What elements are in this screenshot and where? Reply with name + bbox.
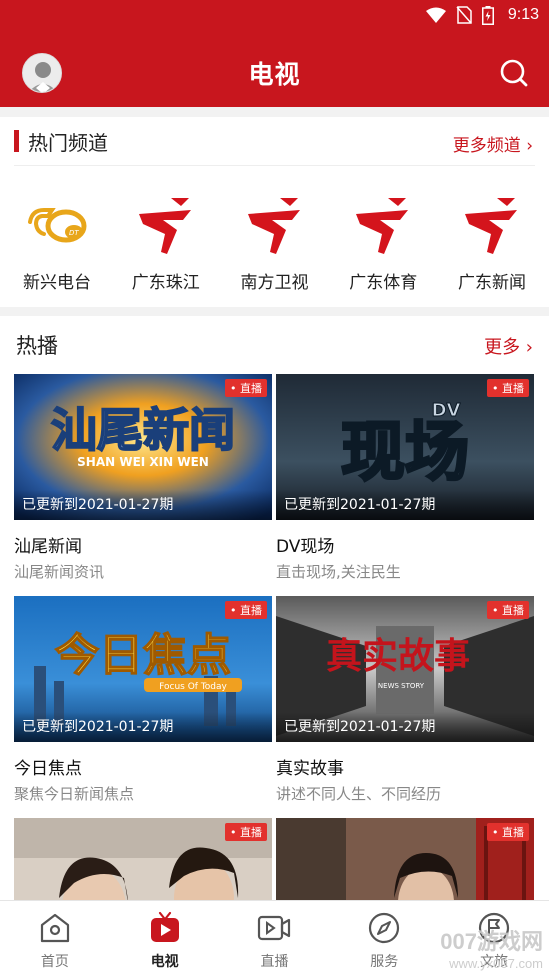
- tab-label: 首页: [40, 954, 69, 970]
- watermark: 007游戏网 www.yx007.com: [440, 924, 543, 971]
- hot-channels-section: 热门频道 更多频道 › DT 新兴电台 广东珠江 南方卫视 广东体育 广东新闻: [0, 117, 549, 307]
- tab-service[interactable]: 服务: [329, 901, 439, 977]
- program-card[interactable]: 现场 DV • 直播 已更新到2021-01-27期 DV现场 直击现场,关注民…: [276, 374, 534, 582]
- channel-name: 广东新闻: [458, 273, 526, 293]
- hot-channels-header: 热门频道 更多频道 ›: [0, 117, 549, 165]
- hot-broadcast-section: 热播 更多 › 汕尾新闻 SHAN WEI XIN WEN • 直播 已更新到2…: [0, 316, 549, 964]
- program-title: 今日焦点: [14, 759, 82, 779]
- xinxing-radio-logo-icon: DT: [28, 208, 87, 243]
- live-badge: • 直播: [487, 379, 529, 397]
- channel-item[interactable]: 广东体育: [330, 196, 436, 293]
- guangdong-tv-logo-icon: [465, 198, 517, 254]
- svg-text:SHAN WEI XIN WEN: SHAN WEI XIN WEN: [77, 455, 209, 469]
- live-badge: • 直播: [487, 601, 529, 619]
- hot-channels-title: 热门频道: [28, 130, 108, 155]
- guangdong-tv-logo-icon: [247, 198, 300, 254]
- update-status: 已更新到2021-01-27期: [14, 712, 272, 742]
- program-subtitle: 汕尾新闻资讯: [14, 563, 105, 581]
- svg-text:汕尾新闻: 汕尾新闻: [51, 403, 235, 457]
- more-hot-link[interactable]: 更多 ›: [484, 333, 533, 359]
- program-title: DV现场: [276, 537, 335, 557]
- program-card[interactable]: 汕尾新闻 SHAN WEI XIN WEN • 直播 已更新到2021-01-2…: [14, 374, 272, 582]
- svg-text:今日焦点: 今日焦点: [55, 630, 231, 681]
- program-thumbnail: 汕尾新闻 SHAN WEI XIN WEN • 直播 已更新到2021-01-2…: [14, 374, 272, 520]
- live-badge: • 直播: [225, 823, 267, 841]
- no-sim-icon: [456, 6, 472, 24]
- channel-name: 广东体育: [349, 273, 418, 293]
- program-title: 真实故事: [276, 759, 344, 779]
- status-time: 9:13: [507, 6, 539, 23]
- channel-item[interactable]: 广东珠江: [113, 196, 219, 293]
- program-title: 汕尾新闻: [14, 537, 82, 557]
- home-icon: [40, 913, 69, 943]
- status-bar: 9:13: [0, 0, 549, 30]
- update-status: 已更新到2021-01-27期: [276, 712, 534, 742]
- guangdong-tv-logo-icon: [356, 198, 409, 254]
- section-accent-bar: [14, 130, 19, 152]
- program-subtitle: 直击现场,关注民生: [276, 563, 401, 581]
- page-title: 电视: [248, 60, 301, 89]
- channel-item[interactable]: 南方卫视: [222, 196, 328, 293]
- top-header: 9:13 电视: [0, 0, 549, 107]
- wifi-icon: [425, 7, 446, 23]
- program-card[interactable]: 今日焦点 Focus Of Today • 直播 已更新到2021-01-27期…: [14, 596, 272, 804]
- live-video-icon: [258, 915, 291, 941]
- tab-label: 服务: [370, 954, 399, 970]
- svg-text:Focus Of Today: Focus Of Today: [159, 682, 227, 692]
- update-status: 已更新到2021-01-27期: [14, 490, 272, 520]
- watermark-text: 007游戏网: [440, 929, 543, 954]
- svg-text:DV: DV: [432, 400, 461, 421]
- battery-icon: [481, 5, 494, 25]
- svg-text:真实故事: 真实故事: [326, 635, 470, 677]
- guangdong-tv-logo-icon: [138, 198, 191, 254]
- channel-list: DT 新兴电台 广东珠江 南方卫视 广东体育 广东新闻: [0, 196, 549, 293]
- tab-label: 直播: [260, 954, 289, 970]
- person-icon: [23, 54, 61, 92]
- nav-bar: 电视: [0, 46, 549, 100]
- tab-home[interactable]: 首页: [0, 901, 110, 977]
- tab-tv[interactable]: 电视: [110, 901, 220, 977]
- program-thumbnail: 现场 DV • 直播 已更新到2021-01-27期: [276, 374, 534, 520]
- tab-label: 电视: [150, 954, 179, 970]
- update-status: 已更新到2021-01-27期: [276, 490, 534, 520]
- user-avatar[interactable]: [22, 53, 62, 93]
- watermark-url: www.yx007.com: [449, 956, 543, 971]
- compass-icon: [369, 912, 400, 944]
- live-badge: • 直播: [225, 601, 267, 619]
- tv-icon: [150, 911, 179, 942]
- live-badge: • 直播: [487, 823, 529, 841]
- hot-broadcast-header: 热播 更多 ›: [0, 316, 549, 374]
- svg-text:现场: 现场: [341, 416, 469, 490]
- channel-item[interactable]: DT 新兴电台: [4, 196, 110, 293]
- program-subtitle: 聚焦今日新闻焦点: [14, 785, 135, 803]
- search-icon[interactable]: [499, 58, 529, 88]
- channel-name: 新兴电台: [23, 273, 91, 293]
- program-thumbnail: 今日焦点 Focus Of Today • 直播 已更新到2021-01-27期: [14, 596, 272, 742]
- svg-text:DT: DT: [69, 229, 79, 237]
- program-thumbnail: 真实故事 NEWS STORY • 直播 已更新到2021-01-27期: [276, 596, 534, 742]
- program-card[interactable]: 真实故事 NEWS STORY • 直播 已更新到2021-01-27期 真实故…: [276, 596, 534, 804]
- svg-text:NEWS STORY: NEWS STORY: [378, 682, 425, 690]
- channel-item[interactable]: 广东新闻: [439, 196, 545, 293]
- hot-broadcast-title: 热播: [16, 334, 58, 358]
- divider: [14, 165, 535, 166]
- channel-name: 南方卫视: [240, 273, 309, 293]
- app-root: 9:13 电视 热门频道 更多频道 › DT 新兴电台 广东珠江 南方卫视 广东…: [0, 0, 549, 977]
- program-subtitle: 讲述不同人生、不同经历: [276, 785, 442, 803]
- live-badge: • 直播: [225, 379, 267, 397]
- tab-live[interactable]: 直播: [220, 901, 330, 977]
- more-channels-link[interactable]: 更多频道 ›: [453, 131, 533, 156]
- channel-name: 广东珠江: [131, 273, 200, 293]
